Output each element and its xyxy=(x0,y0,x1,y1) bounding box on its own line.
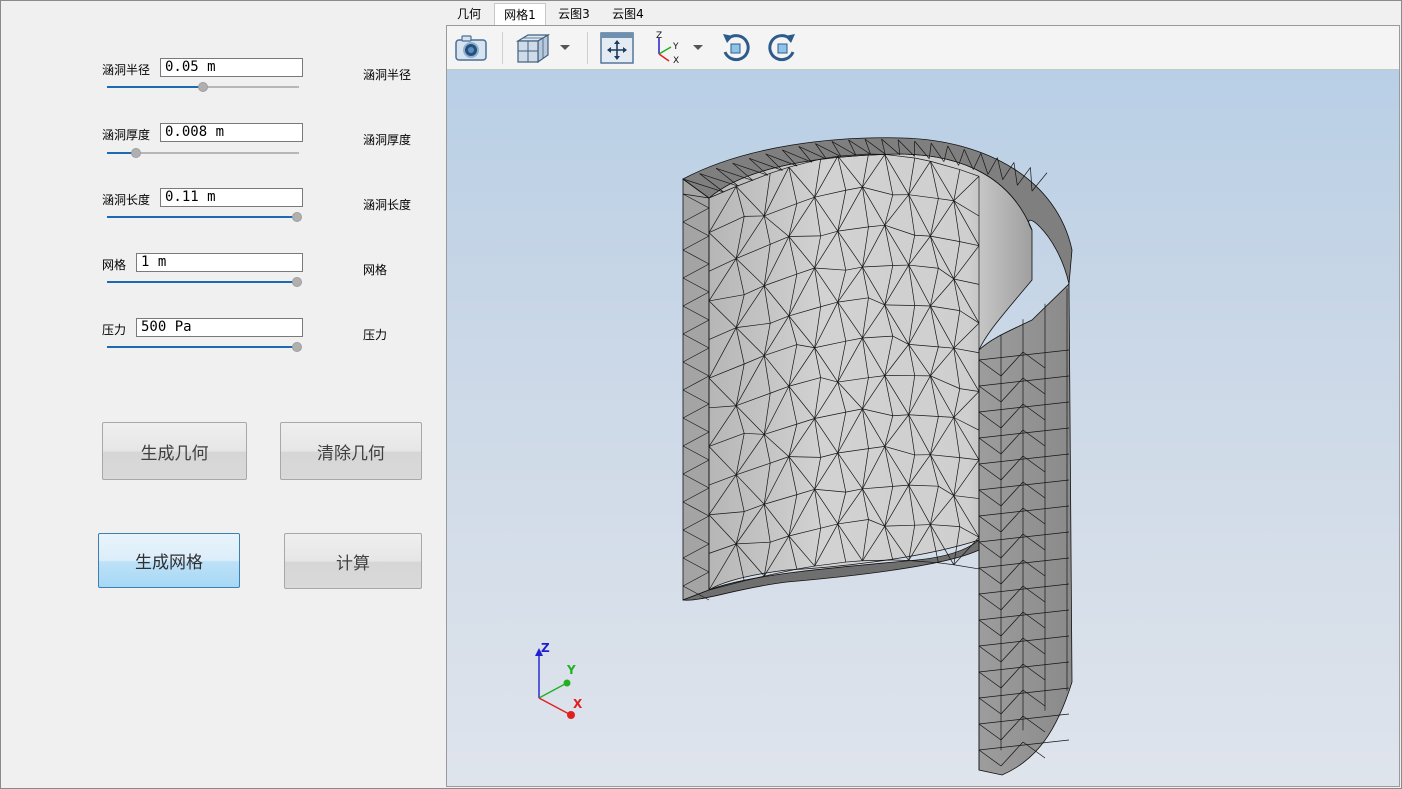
param-right-label: 网格 xyxy=(363,263,388,277)
axis-label-x: X xyxy=(673,56,679,66)
slider-thumb[interactable] xyxy=(130,148,141,158)
param-right-label: 涵洞半径 xyxy=(363,68,412,82)
param-right-label: 压力 xyxy=(363,328,388,342)
param-label: 涵洞长度 xyxy=(102,193,151,207)
param-right-label: 涵洞长度 xyxy=(363,198,412,212)
toolbar-separator xyxy=(587,32,588,64)
tab-mesh-1[interactable]: 网格1 xyxy=(494,3,546,25)
param-label: 涵洞半径 xyxy=(102,63,151,77)
generate-mesh-button[interactable]: 生成网格 xyxy=(98,533,240,588)
param-label: 压力 xyxy=(102,323,127,337)
app-window: 涵洞半径 0.05 m 涵洞半径 涵洞厚度 0.008 m 涵洞厚度 涵洞长度 … xyxy=(0,0,1402,789)
culvert-thickness-input[interactable]: 0.008 m xyxy=(160,123,303,142)
param-right-label: 涵洞厚度 xyxy=(363,133,412,147)
rotate-clockwise-icon[interactable] xyxy=(715,31,755,65)
mesh-right-wall xyxy=(978,283,1073,776)
toolbar-separator xyxy=(502,32,503,64)
param-label: 涵洞厚度 xyxy=(102,128,151,142)
render-scene[interactable]: Z Y X xyxy=(447,70,1399,786)
param-label: 网格 xyxy=(102,258,127,272)
triad-z-label: Z xyxy=(541,641,550,655)
slider-thumb[interactable] xyxy=(198,82,208,92)
mesh-size-slider[interactable] xyxy=(107,277,302,287)
tab-contour-3[interactable]: 云图3 xyxy=(548,3,600,25)
chevron-down-icon[interactable] xyxy=(693,45,703,50)
camera-icon[interactable] xyxy=(453,31,489,65)
axis-triad: Z Y X xyxy=(535,641,583,719)
chevron-down-icon[interactable] xyxy=(560,45,570,50)
clear-geometry-button[interactable]: 清除几何 xyxy=(280,422,422,480)
mesh-size-input[interactable]: 1 m xyxy=(136,253,303,272)
slider-thumb[interactable] xyxy=(292,212,302,222)
triad-x-label: X xyxy=(573,697,583,711)
compute-button[interactable]: 计算 xyxy=(284,533,422,589)
culvert-thickness-slider[interactable] xyxy=(107,148,299,158)
tab-geometry[interactable]: 几何 xyxy=(446,3,492,25)
generate-geometry-button[interactable]: 生成几何 xyxy=(102,422,247,480)
slider-thumb[interactable] xyxy=(292,277,302,287)
fit-view-icon[interactable] xyxy=(597,31,637,65)
axis-label-y: Y xyxy=(672,42,679,52)
pressure-slider[interactable] xyxy=(107,342,302,352)
axis-orientation-icon[interactable]: Z Y X xyxy=(647,31,687,66)
axis-label-z: Z xyxy=(656,31,662,41)
slider-thumb[interactable] xyxy=(292,342,302,352)
culvert-radius-input[interactable]: 0.05 m xyxy=(160,58,303,77)
tab-contour-4[interactable]: 云图4 xyxy=(602,3,654,25)
viewport: Z Y X Z Y X xyxy=(446,25,1400,787)
viewport-toolbar: Z Y X xyxy=(447,26,1399,70)
cube-view-icon[interactable] xyxy=(513,31,553,65)
culvert-radius-slider[interactable] xyxy=(107,82,299,92)
triad-y-label: Y xyxy=(566,663,576,677)
culvert-length-input[interactable]: 0.11 m xyxy=(160,188,303,207)
pressure-input[interactable]: 500 Pa xyxy=(136,318,303,337)
culvert-length-slider[interactable] xyxy=(107,212,302,222)
rotate-counterclockwise-icon[interactable] xyxy=(763,31,803,65)
